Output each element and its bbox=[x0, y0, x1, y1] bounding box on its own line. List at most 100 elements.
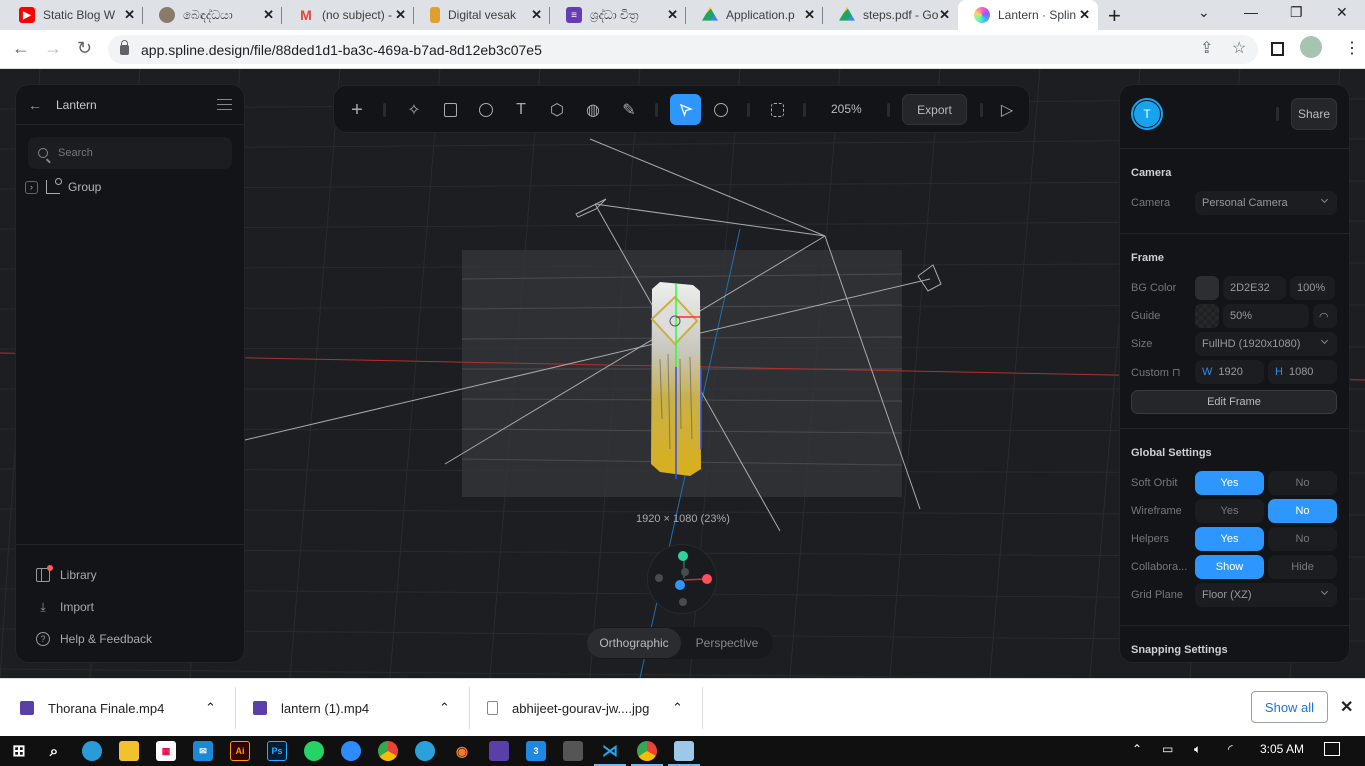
wireframe-no[interactable]: No bbox=[1268, 499, 1337, 523]
wifi-icon[interactable]: ◜ bbox=[1228, 742, 1233, 756]
browser-tab[interactable]: M (no subject) - ✕ bbox=[282, 0, 414, 30]
photoshop-icon[interactable]: Ps bbox=[267, 741, 287, 761]
guide-visibility-icon[interactable]: ◠ bbox=[1313, 304, 1337, 328]
soft-orbit-no[interactable]: No bbox=[1268, 471, 1337, 495]
add-icon[interactable]: + bbox=[347, 99, 367, 121]
close-tab-icon[interactable]: ✕ bbox=[667, 7, 678, 23]
close-tab-icon[interactable]: ✕ bbox=[939, 7, 950, 23]
close-tab-icon[interactable]: ✕ bbox=[124, 7, 135, 23]
edit-frame-button[interactable]: Edit Frame bbox=[1131, 390, 1337, 414]
helpers-yes[interactable]: Yes bbox=[1195, 527, 1264, 551]
profile-avatar[interactable] bbox=[1300, 36, 1322, 58]
zoom-level[interactable]: 205% bbox=[831, 102, 862, 116]
browser-tab[interactable]: Application.p ✕ bbox=[686, 0, 823, 30]
tab-search-icon[interactable]: ⌄ bbox=[1198, 4, 1210, 21]
close-tab-icon[interactable]: ✕ bbox=[804, 7, 815, 23]
share-button[interactable]: Share bbox=[1291, 98, 1337, 130]
file-explorer-icon[interactable] bbox=[119, 741, 139, 761]
reload-icon[interactable]: ↻ bbox=[77, 38, 92, 59]
chrome-icon[interactable] bbox=[378, 741, 398, 761]
tray-overflow-icon[interactable]: ⌃ bbox=[1132, 742, 1142, 756]
orthographic-option[interactable]: Orthographic bbox=[587, 628, 681, 658]
wireframe-yes[interactable]: Yes bbox=[1195, 499, 1264, 523]
file-name[interactable]: Lantern bbox=[56, 98, 217, 112]
store-icon[interactable]: ▦ bbox=[156, 741, 176, 761]
sphere-tool-icon[interactable]: ◍ bbox=[583, 100, 603, 120]
import-link[interactable]: ⤓ Import bbox=[16, 591, 244, 623]
orientation-gizmo[interactable] bbox=[647, 544, 717, 614]
ellipse-tool-icon[interactable] bbox=[476, 100, 496, 120]
soft-orbit-yes[interactable]: Yes bbox=[1195, 471, 1264, 495]
bg-opacity-input[interactable]: 100% bbox=[1290, 276, 1335, 300]
grid-plane-select[interactable]: Floor (XZ) bbox=[1195, 583, 1337, 607]
pen-tool-icon[interactable]: ✎ bbox=[619, 100, 639, 120]
forward-icon[interactable]: → bbox=[44, 38, 62, 59]
library-link[interactable]: Library bbox=[16, 559, 244, 591]
new-tab-button[interactable]: + bbox=[1108, 3, 1121, 29]
illustrator-icon[interactable]: Ai bbox=[230, 741, 250, 761]
select-tool-button[interactable] bbox=[670, 94, 701, 125]
back-arrow-icon[interactable]: ← bbox=[28, 97, 56, 113]
layer-item-group[interactable]: › Group bbox=[25, 177, 244, 197]
helpers-no[interactable]: No bbox=[1268, 527, 1337, 551]
expand-chevron-icon[interactable]: › bbox=[25, 180, 38, 194]
whatsapp-icon[interactable] bbox=[304, 741, 324, 761]
camera-select[interactable]: Personal Camera bbox=[1195, 191, 1337, 215]
telegram-icon[interactable] bbox=[415, 741, 435, 761]
edge-icon[interactable] bbox=[82, 741, 102, 761]
browser-tab[interactable]: බෙඳද්ධයා ✕ bbox=[143, 0, 282, 30]
close-window-icon[interactable]: ✕ bbox=[1336, 4, 1348, 21]
menu-kebab-icon[interactable]: ⋮ bbox=[1344, 38, 1360, 58]
browser-tab-active[interactable]: Lantern · Splin ✕ bbox=[958, 0, 1098, 30]
close-tab-icon[interactable]: ✕ bbox=[395, 7, 406, 23]
hamburger-menu-icon[interactable] bbox=[217, 99, 232, 110]
show-all-downloads-button[interactable]: Show all bbox=[1251, 691, 1328, 723]
collaborators-hide[interactable]: Hide bbox=[1268, 555, 1337, 579]
browser-tab[interactable]: steps.pdf - Go ✕ bbox=[823, 0, 958, 30]
blender-icon[interactable]: ◉ bbox=[452, 741, 472, 761]
guide-opacity-input[interactable]: 50% bbox=[1223, 304, 1309, 328]
bg-color-hex-input[interactable]: 2D2E32 bbox=[1223, 276, 1286, 300]
vscode-icon[interactable]: ⋊ bbox=[594, 741, 626, 766]
download-item[interactable]: Thorana Finale.mp4 bbox=[20, 679, 164, 737]
share-page-icon[interactable]: ⇪ bbox=[1200, 38, 1213, 58]
download-options-caret[interactable]: ⌃ bbox=[439, 679, 450, 737]
bg-color-swatch[interactable] bbox=[1195, 276, 1219, 300]
action-center-icon[interactable] bbox=[1324, 742, 1340, 756]
bookmark-star-icon[interactable]: ☆ bbox=[1232, 38, 1246, 58]
cube-tool-icon[interactable]: ⬡ bbox=[547, 100, 567, 120]
search-input[interactable]: Search bbox=[28, 137, 232, 169]
side-panel-icon[interactable] bbox=[1271, 42, 1284, 56]
windows-start-icon[interactable]: ⊞ bbox=[9, 741, 29, 761]
frame-width-input[interactable]: W 1920 bbox=[1195, 360, 1264, 384]
rectangle-tool-icon[interactable] bbox=[440, 100, 460, 120]
minimize-icon[interactable]: — bbox=[1244, 4, 1258, 20]
chrome-active-icon[interactable] bbox=[631, 741, 663, 766]
browser-tab[interactable]: ▶ Static Blog W ✕ bbox=[3, 0, 143, 30]
comment-tool-icon[interactable] bbox=[711, 100, 731, 120]
unlock-icon[interactable]: ⊓ bbox=[1172, 367, 1181, 379]
notepad-icon[interactable] bbox=[668, 741, 700, 766]
collaborators-show[interactable]: Show bbox=[1195, 555, 1264, 579]
frame-fit-icon[interactable] bbox=[767, 100, 787, 120]
help-feedback-link[interactable]: ? Help & Feedback bbox=[16, 623, 244, 655]
frame-size-select[interactable]: FullHD (1920x1080) bbox=[1195, 332, 1337, 356]
close-tab-icon[interactable]: ✕ bbox=[1079, 7, 1090, 23]
search-icon[interactable]: ⌕ bbox=[44, 741, 64, 761]
close-tab-icon[interactable]: ✕ bbox=[263, 7, 274, 23]
export-button[interactable]: Export bbox=[902, 94, 967, 125]
guide-swatch[interactable] bbox=[1195, 304, 1219, 328]
close-tab-icon[interactable]: ✕ bbox=[531, 7, 542, 23]
browser-tab[interactable]: Digital vesak ✕ bbox=[414, 0, 550, 30]
play-icon[interactable]: ▷ bbox=[997, 100, 1017, 120]
browser-tab[interactable]: ≡ ශ්‍රද්ධා චිත්‍ර ✕ bbox=[550, 0, 686, 30]
close-downloads-icon[interactable]: ✕ bbox=[1340, 697, 1353, 717]
text-tool-icon[interactable]: T bbox=[511, 100, 531, 120]
download-options-caret[interactable]: ⌃ bbox=[205, 679, 216, 737]
perspective-option[interactable]: Perspective bbox=[681, 628, 773, 658]
user-avatar[interactable]: T bbox=[1131, 98, 1163, 130]
frame-height-input[interactable]: H 1080 bbox=[1268, 360, 1337, 384]
download-options-caret[interactable]: ⌃ bbox=[672, 679, 683, 737]
sparkle-ai-icon[interactable]: ✧ bbox=[404, 100, 424, 120]
back-icon[interactable]: ← bbox=[12, 38, 30, 59]
